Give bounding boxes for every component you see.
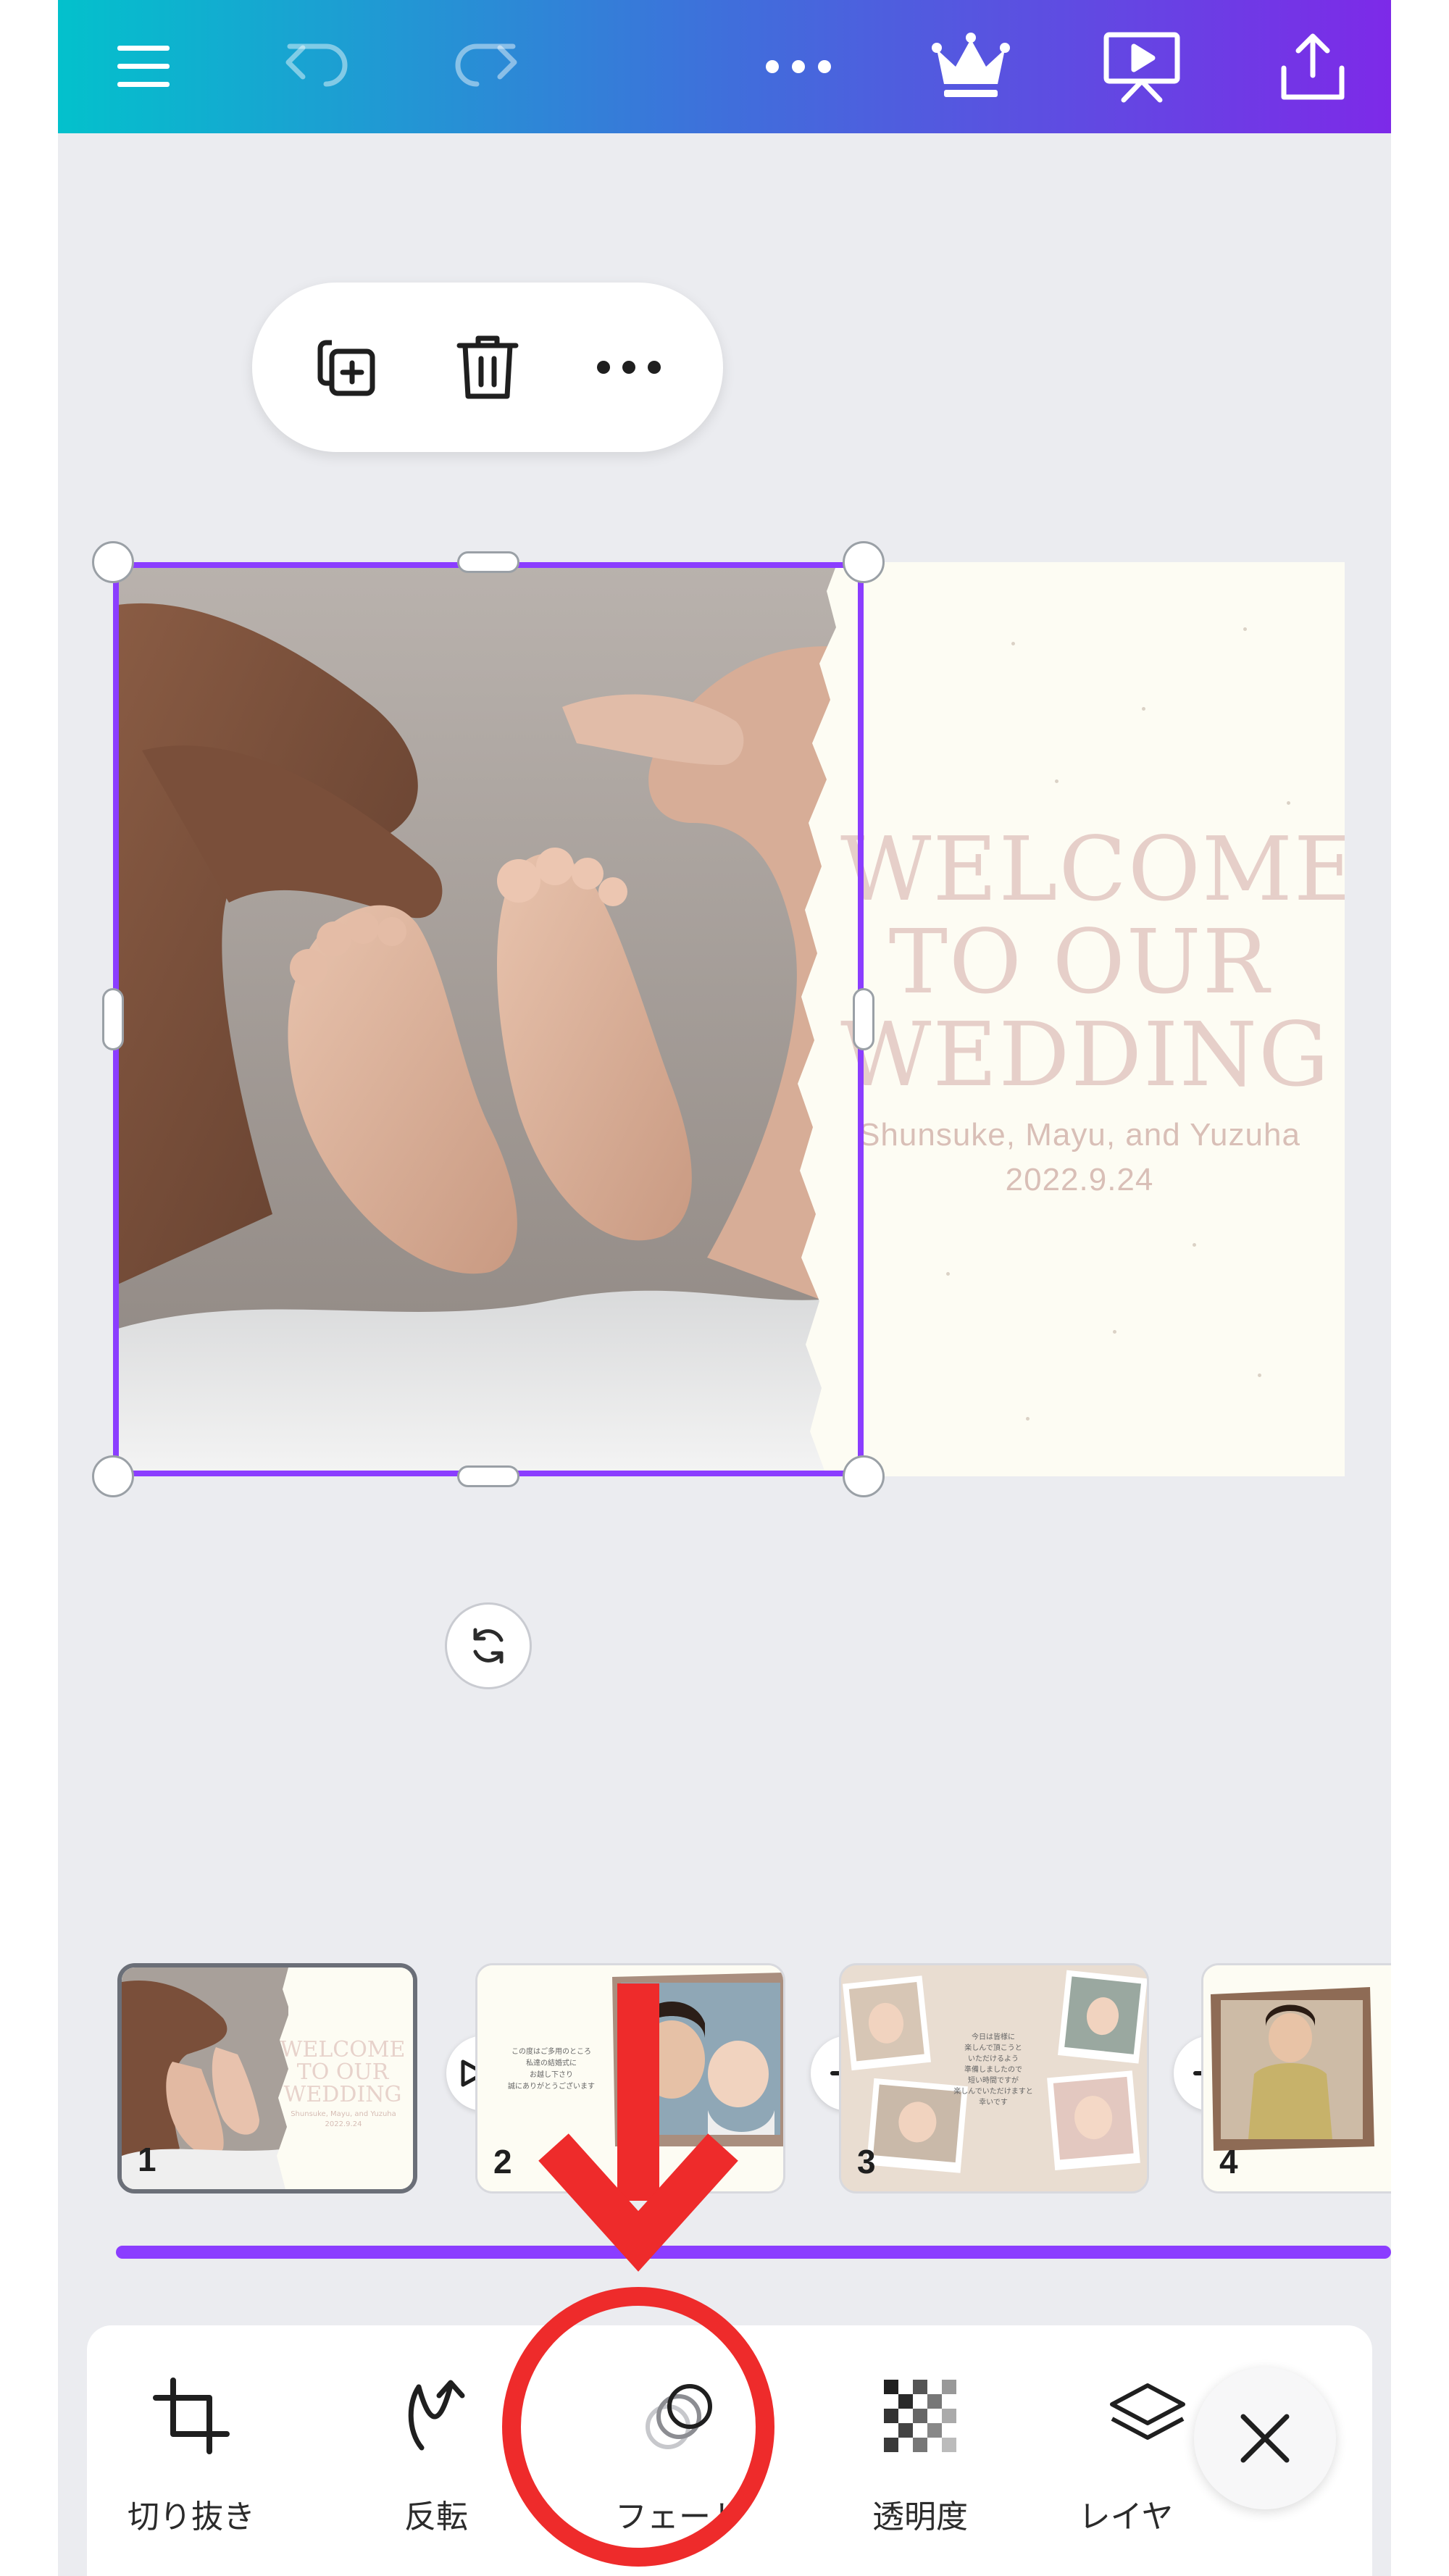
- more-icon: [766, 60, 831, 73]
- canva-editor: WELCOME TO OUR WEDDING Shunsuke, Mayu, a…: [58, 0, 1391, 2576]
- layers-tool[interactable]: レイヤ: [1049, 2325, 1208, 2576]
- thumb2-message: この度はご多用のところ 私達の結婚式に お越し下さり 誠にありがとうございます: [486, 2046, 617, 2093]
- resize-handle-bottom[interactable]: [457, 1465, 519, 1487]
- thumb1-welcome: WELCOME TO OUR WEDDING: [277, 2038, 408, 2106]
- upgrade-button[interactable]: [913, 9, 1029, 125]
- undo-icon: [285, 43, 348, 87]
- thumb3-line-3: いただけるよう: [968, 2055, 1019, 2063]
- rotate-button[interactable]: [445, 1602, 532, 1689]
- thumb2-line-4: 誠にありがとうございます: [508, 2083, 595, 2091]
- flip-icon: [408, 2380, 465, 2451]
- resize-handle-left[interactable]: [102, 988, 124, 1050]
- menu-button[interactable]: [85, 9, 201, 125]
- crown-icon: [932, 33, 1010, 97]
- thumb1-names: Shunsuke, Mayu, and Yuzuha 2022.9.24: [280, 2109, 407, 2130]
- thumb1-welcome-line-1: WELCOME: [280, 2037, 406, 2062]
- thumb1-names-line: Shunsuke, Mayu, and Yuzuha: [291, 2110, 396, 2118]
- flip-label: 反転: [404, 2498, 468, 2535]
- page-thumb-2[interactable]: この度はご多用のところ 私達の結婚式に お越し下さり 誠にありがとうございます …: [475, 1963, 785, 2194]
- page-number: 4: [1219, 2143, 1238, 2180]
- thumb2-line-1: この度はご多用のところ: [511, 2048, 591, 2056]
- page-number: 1: [138, 2141, 156, 2178]
- element-more-button[interactable]: [578, 317, 680, 418]
- fade-icon: [646, 2384, 712, 2449]
- close-icon: [1240, 2414, 1290, 2463]
- layers-icon: [1110, 2383, 1185, 2440]
- welcome-title[interactable]: WELCOME TO OUR WEDDING: [840, 818, 1345, 1106]
- trash-icon: [456, 335, 519, 399]
- page-thumb-4[interactable]: 4: [1201, 1963, 1391, 2194]
- thumb3-line-2: 楽しんで頂こうと: [964, 2044, 1022, 2052]
- thumb2-line-3: お越し下さり: [530, 2071, 573, 2079]
- thumb3-line-5: 短い時間ですが: [968, 2077, 1019, 2085]
- welcome-line-3: WEDDING: [840, 1003, 1331, 1106]
- fade-label: フェード: [615, 2498, 743, 2535]
- menu-icon: [117, 46, 170, 87]
- thumb1-welcome-line-3: WEDDING: [283, 2082, 402, 2107]
- couple-names-text[interactable]: Shunsuke, Mayu, and Yuzuha 2022.9.24: [848, 1113, 1311, 1203]
- resize-handle-top[interactable]: [457, 551, 519, 573]
- page-scroll-progress: [116, 2246, 1391, 2259]
- transparency-tool[interactable]: 透明度: [811, 2325, 1029, 2576]
- thumb3-line-1: 今日は皆様に: [972, 2033, 1015, 2041]
- resize-handle-bottom-left[interactable]: [92, 1455, 134, 1497]
- more-options-button[interactable]: [740, 9, 856, 125]
- resize-handle-top-right[interactable]: [843, 541, 885, 583]
- flip-tool[interactable]: 反転: [327, 2325, 545, 2576]
- thumb1-date-line: 2022.9.24: [325, 2120, 362, 2128]
- share-button[interactable]: [1255, 9, 1371, 125]
- undo-button[interactable]: [259, 9, 375, 125]
- thumb3-line-7: 幸いです: [979, 2099, 1008, 2107]
- layers-label: レイヤ: [1078, 2498, 1174, 2535]
- redo-button[interactable]: [427, 9, 543, 125]
- delete-button[interactable]: [437, 317, 538, 418]
- image-edit-toolbar: 切り抜き 反転 フェード 透明度 レイヤ: [87, 2325, 1372, 2576]
- page-thumb-3[interactable]: 今日は皆様に 楽しんで頂こうと いただけるよう 準備しましたので 短い時間ですが…: [839, 1963, 1149, 2194]
- page-number: 2: [493, 2143, 512, 2180]
- transparency-label: 透明度: [872, 2498, 968, 2535]
- transparency-icon: [884, 2380, 956, 2452]
- page-thumb-1[interactable]: WELCOME TO OUR WEDDING Shunsuke, Mayu, a…: [117, 1963, 417, 2194]
- element-context-toolbar: [252, 283, 723, 452]
- resize-handle-right[interactable]: [853, 988, 874, 1050]
- fade-tool[interactable]: フェード: [570, 2325, 788, 2576]
- top-bar: [58, 0, 1391, 133]
- welcome-line-1: WELCOME: [840, 818, 1345, 921]
- date-line: 2022.9.24: [1005, 1162, 1154, 1197]
- thumb3-line-4: 準備しましたので: [964, 2066, 1022, 2074]
- thumb1-welcome-line-2: TO OUR: [296, 2059, 389, 2085]
- duplicate-icon: [317, 340, 375, 396]
- resize-handle-bottom-right[interactable]: [843, 1455, 885, 1497]
- share-icon: [1281, 33, 1345, 100]
- rotate-icon: [473, 1628, 504, 1664]
- crop-label: 切り抜き: [128, 2498, 255, 2535]
- close-toolbar-button[interactable]: [1194, 2367, 1336, 2509]
- crop-tool[interactable]: 切り抜き: [83, 2325, 300, 2576]
- thumb3-message: 今日は皆様に 楽しんで頂こうと いただけるよう 準備しましたので 短い時間ですが…: [928, 2032, 1058, 2108]
- thumb2-line-2: 私達の結婚式に: [526, 2059, 577, 2067]
- duplicate-button[interactable]: [296, 317, 397, 418]
- redo-icon: [455, 43, 517, 87]
- more-icon: [597, 361, 661, 374]
- welcome-line-2: TO OUR: [888, 911, 1271, 1013]
- resize-handle-top-left[interactable]: [92, 541, 134, 583]
- present-button[interactable]: [1084, 9, 1200, 125]
- selection-frame: [113, 562, 864, 1476]
- names-line: Shunsuke, Mayu, and Yuzuha: [859, 1117, 1300, 1153]
- thumb3-line-6: 楽しんでいただけますと: [953, 2088, 1033, 2096]
- crop-icon: [153, 2378, 230, 2454]
- page-number: 3: [857, 2143, 876, 2180]
- present-icon: [1103, 32, 1180, 103]
